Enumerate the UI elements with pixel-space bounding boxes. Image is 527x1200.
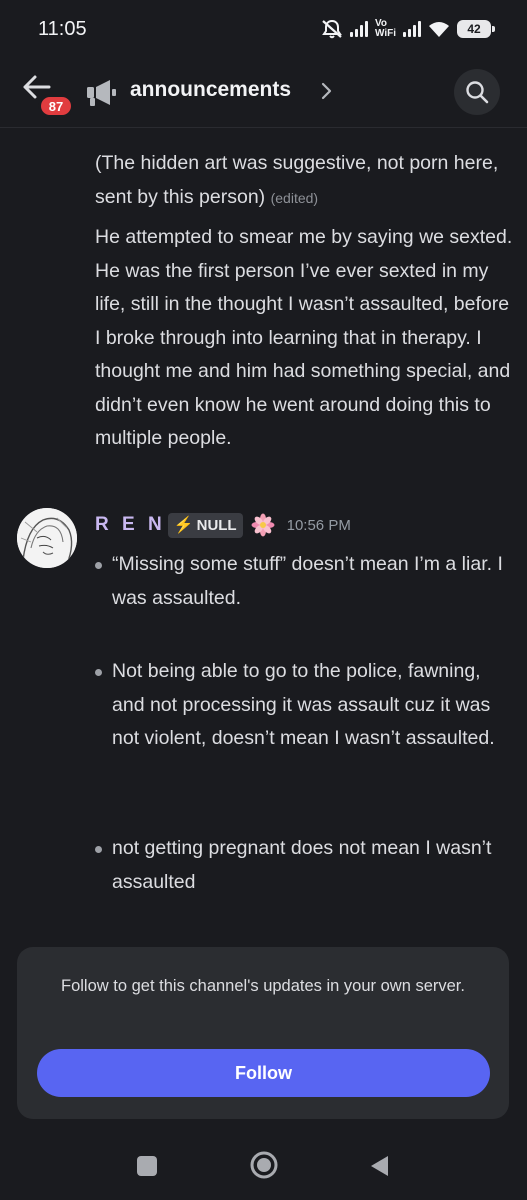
message-paragraph-1: (The hidden art was suggestive, not porn… — [95, 147, 515, 215]
mute-notifications-icon — [322, 19, 342, 39]
message-paragraph-2: He attempted to smear me by saying we se… — [95, 226, 513, 449]
channel-name[interactable]: announcements — [130, 78, 291, 102]
search-button[interactable] — [454, 69, 500, 115]
follow-prompt-text: Follow to get this channel's updates in … — [61, 977, 465, 995]
unread-count-badge: 87 — [38, 94, 74, 118]
follow-button[interactable]: Follow — [37, 1049, 490, 1097]
bullet-text: Not being able to go to the police, fawn… — [112, 660, 495, 749]
lightning-icon: ⚡ — [173, 517, 194, 534]
back-triangle-icon[interactable] — [368, 1154, 390, 1178]
megaphone-icon — [87, 80, 116, 106]
chevron-right-icon[interactable] — [320, 80, 334, 102]
message-timestamp: 10:56 PM — [286, 516, 351, 534]
edited-label: (edited) — [270, 189, 319, 206]
server-tag-label: NULL — [196, 516, 237, 534]
status-icons: Vo WiFi 42 — [321, 16, 495, 42]
home-button[interactable] — [249, 1150, 279, 1180]
bullet-dot — [95, 562, 102, 569]
avatar[interactable] — [17, 508, 77, 568]
message-author-row: R E N ⚡ NULL 10:56 PM — [95, 511, 351, 539]
avatar-sketch-image — [17, 508, 77, 568]
bullet-text: “Missing some stuff” doesn’t mean I’m a … — [112, 553, 503, 609]
cell-signal-2-icon — [403, 21, 421, 37]
battery-indicator: 42 — [457, 20, 495, 38]
status-time: 11:05 — [38, 18, 87, 40]
wifi-icon — [429, 22, 449, 37]
recents-button[interactable] — [137, 1156, 157, 1176]
search-icon — [466, 81, 489, 104]
follow-channel-card: Follow to get this channel's updates in … — [17, 947, 509, 1119]
flower-role-icon — [251, 513, 275, 537]
bullet-text: not getting pregnant does not mean I was… — [112, 837, 492, 893]
bullet-dot — [95, 669, 102, 676]
system-nav-bar — [0, 1130, 527, 1200]
channel-header: 87 announcements — [0, 58, 527, 128]
status-bar: 11:05 Vo WiFi 42 — [0, 0, 527, 58]
bullet-dot — [95, 846, 102, 853]
author-name[interactable]: R E N — [95, 514, 166, 536]
cell-signal-icon — [349, 21, 368, 37]
vowifi-label: Vo WiFi — [374, 18, 396, 39]
server-tag[interactable]: ⚡ NULL — [167, 512, 243, 538]
